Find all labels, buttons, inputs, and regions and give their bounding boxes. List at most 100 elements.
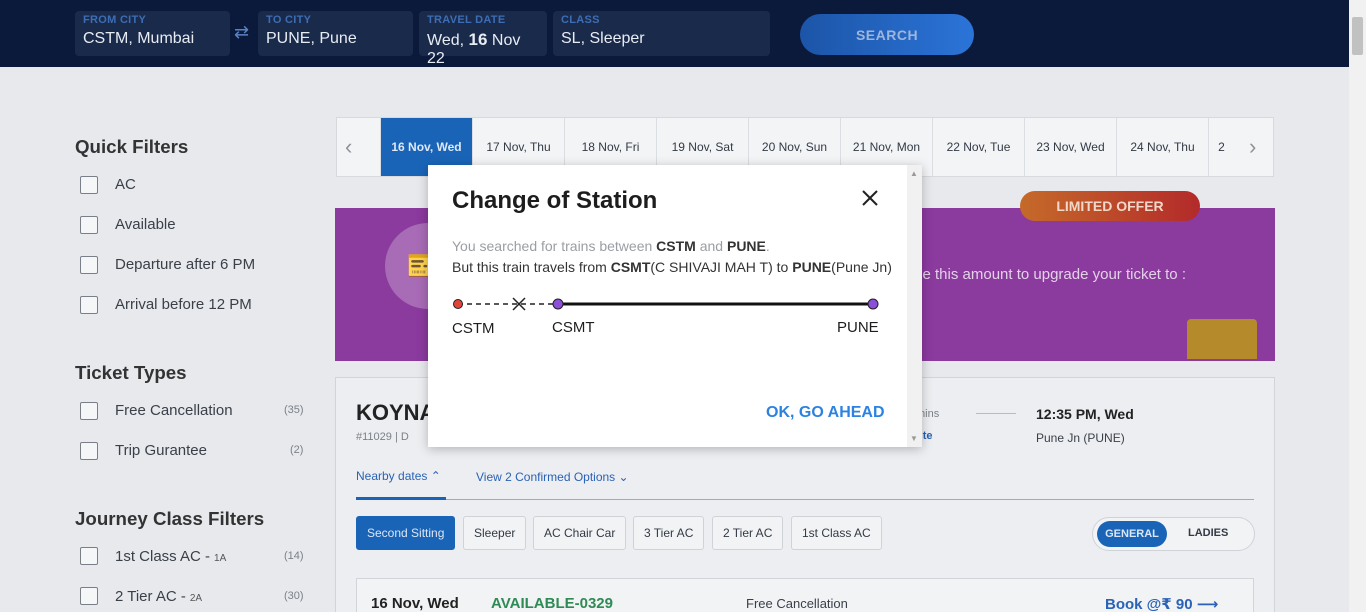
filter-1a-label[interactable]: 1st Class AC -1A <box>115 548 226 565</box>
active-tab-indicator <box>356 497 446 500</box>
filter-free-cancellation-checkbox[interactable] <box>80 402 98 420</box>
page-scrollbar[interactable] <box>1349 0 1366 612</box>
quota-general-button[interactable]: GENERAL <box>1097 521 1167 547</box>
to-city-label: TO CITY <box>266 14 312 26</box>
availability-row: 16 Nov, Wed AVAILABLE-0329 Free Cancella… <box>356 578 1254 612</box>
availability-status: AVAILABLE-0329 <box>491 595 613 612</box>
filter-2a-text: 2 Tier AC - <box>115 588 186 605</box>
travel-date-label: TRAVEL DATE <box>427 14 506 26</box>
from-city-field[interactable]: FROM CITY CSTM, Mumbai <box>75 11 230 56</box>
to-city-value[interactable]: PUNE, Pune <box>266 30 405 48</box>
searched-from-code: CSTM <box>656 238 696 254</box>
filter-2a-code: 2A <box>189 593 203 604</box>
quick-filters-title: Quick Filters <box>75 136 189 157</box>
search-header: FROM CITY CSTM, Mumbai ⇄ TO CITY PUNE, P… <box>0 0 1349 67</box>
searched-and: and <box>695 238 727 254</box>
train-name[interactable]: KOYNA <box>356 400 435 426</box>
filter-2a-checkbox[interactable] <box>80 587 98 605</box>
filter-trip-guarantee-checkbox[interactable] <box>80 442 98 460</box>
filter-arrival-label[interactable]: Arrival before 12 PM <box>115 296 252 313</box>
class-tab-ac-chair-car[interactable]: AC Chair Car <box>533 516 627 550</box>
modal-searched-text: You searched for trains between CSTM and… <box>452 238 770 254</box>
travel-date-value[interactable]: Wed, 16 Nov 22 <box>427 30 539 68</box>
filter-2a-label[interactable]: 2 Tier AC -2A <box>115 588 202 605</box>
searched-period: . <box>765 238 770 254</box>
nearby-dates-label: Nearby dates <box>356 469 428 483</box>
quota-ladies-button[interactable]: LADIES <box>1188 527 1228 539</box>
ok-go-ahead-button[interactable]: OK, GO AHEAD <box>766 404 885 422</box>
class-tab-second-sitting[interactable]: Second Sitting <box>356 516 456 550</box>
filter-2a-count: (30) <box>284 590 304 602</box>
actual-from-name: (C SHIVAJI MAH T) <box>650 259 773 275</box>
filter-arrival-checkbox[interactable] <box>80 296 98 314</box>
travel-date-weekday: Wed, <box>427 32 465 49</box>
free-cancellation-count: (35) <box>284 404 304 416</box>
confirmed-options-tab[interactable]: View 2 Confirmed Options ⌄ <box>476 470 629 484</box>
to-city-field[interactable]: TO CITY PUNE, Pune <box>258 11 413 56</box>
promo-text: se this amount to upgrade your ticket to… <box>915 266 1186 283</box>
searched-station-dot <box>453 299 463 309</box>
free-cancellation-text: Free Cancellation <box>746 596 848 611</box>
filter-1a-text: 1st Class AC - <box>115 548 211 565</box>
filter-available-label[interactable]: Available <box>115 216 176 233</box>
tab-divider <box>356 499 1254 500</box>
class-value[interactable]: SL, Sleeper <box>561 30 762 48</box>
change-of-station-modal: Change of Station You searched for train… <box>428 165 922 447</box>
arrival-station: Pune Jn (PUNE) <box>1036 431 1125 445</box>
modal-title: Change of Station <box>452 187 658 214</box>
train-number: #11029 | D <box>356 431 409 443</box>
filter-available-checkbox[interactable] <box>80 216 98 234</box>
next-dates-icon[interactable]: › <box>1249 134 1256 160</box>
filter-departure-checkbox[interactable] <box>80 256 98 274</box>
date-tab[interactable]: 23 Nov, Wed <box>1024 118 1116 176</box>
class-tab-1st-class-ac[interactable]: 1st Class AC <box>791 516 882 550</box>
filter-departure-label[interactable]: Departure after 6 PM <box>115 256 255 273</box>
scroll-up-icon[interactable]: ▲ <box>910 169 918 178</box>
modal-scrollbar[interactable]: ▲ ▼ <box>907 165 922 447</box>
actual-to-word: to <box>772 259 793 275</box>
searched-to-code: PUNE <box>726 238 766 254</box>
confirmed-options-label: View 2 Confirmed Options <box>476 470 616 484</box>
searched-text-lead: You searched for trains between <box>452 238 657 254</box>
route-diagram <box>453 297 879 311</box>
filter-trip-guarantee-label[interactable]: Trip Gurantee <box>115 442 207 459</box>
scrollbar-thumb[interactable] <box>1352 17 1363 55</box>
class-tab-2-tier-ac[interactable]: 2 Tier AC <box>712 516 784 550</box>
filter-1a-code: 1A <box>214 553 227 564</box>
class-label: CLASS <box>561 14 600 26</box>
travel-date-field[interactable]: TRAVEL DATE Wed, 16 Nov 22 <box>419 11 547 67</box>
book-button[interactable]: Book @₹ 90 ⟶ <box>1105 595 1218 612</box>
class-tab-sleeper[interactable]: Sleeper <box>463 516 527 550</box>
filter-free-cancellation-label[interactable]: Free Cancellation <box>115 402 233 419</box>
filter-1a-checkbox[interactable] <box>80 547 98 565</box>
scroll-down-icon[interactable]: ▼ <box>910 434 918 443</box>
from-city-value[interactable]: CSTM, Mumbai <box>83 30 222 48</box>
actual-from-code: CSMT <box>610 259 651 275</box>
class-tab-3-tier-ac[interactable]: 3 Tier AC <box>633 516 705 550</box>
date-tab[interactable]: 2 <box>1208 118 1234 176</box>
class-field[interactable]: CLASS SL, Sleeper <box>553 11 770 56</box>
travel-date-day: 16 <box>468 30 488 49</box>
nearby-dates-tab[interactable]: Nearby dates ⌃ <box>356 469 441 483</box>
chevron-up-icon: ⌃ <box>430 469 441 483</box>
filter-1a-count: (14) <box>284 550 304 562</box>
filter-ac-checkbox[interactable] <box>80 176 98 194</box>
trip-guarantee-count: (2) <box>290 444 304 456</box>
actual-to-name: (Pune Jn) <box>831 259 892 275</box>
swap-cities-icon[interactable]: ⇄ <box>234 22 249 43</box>
availability-date: 16 Nov, Wed <box>371 595 459 612</box>
duration-divider <box>976 413 1016 414</box>
actual-station-dot <box>552 298 564 310</box>
stop-label-searched: CSTM <box>452 320 495 337</box>
from-city-label: FROM CITY <box>83 14 147 26</box>
gift-icon <box>1187 319 1257 359</box>
date-tab[interactable]: 22 Nov, Tue <box>932 118 1024 176</box>
search-button[interactable]: SEARCH <box>800 14 974 55</box>
close-icon[interactable] <box>860 188 880 208</box>
date-tab[interactable]: 24 Nov, Thu <box>1116 118 1208 176</box>
quota-toggle: GENERAL LADIES <box>1092 517 1255 551</box>
stop-label-destination: PUNE <box>837 319 879 336</box>
filter-ac-label[interactable]: AC <box>115 176 136 193</box>
prev-dates-icon[interactable]: ‹ <box>345 134 352 160</box>
actual-text-lead: But this train travels from <box>452 259 611 275</box>
